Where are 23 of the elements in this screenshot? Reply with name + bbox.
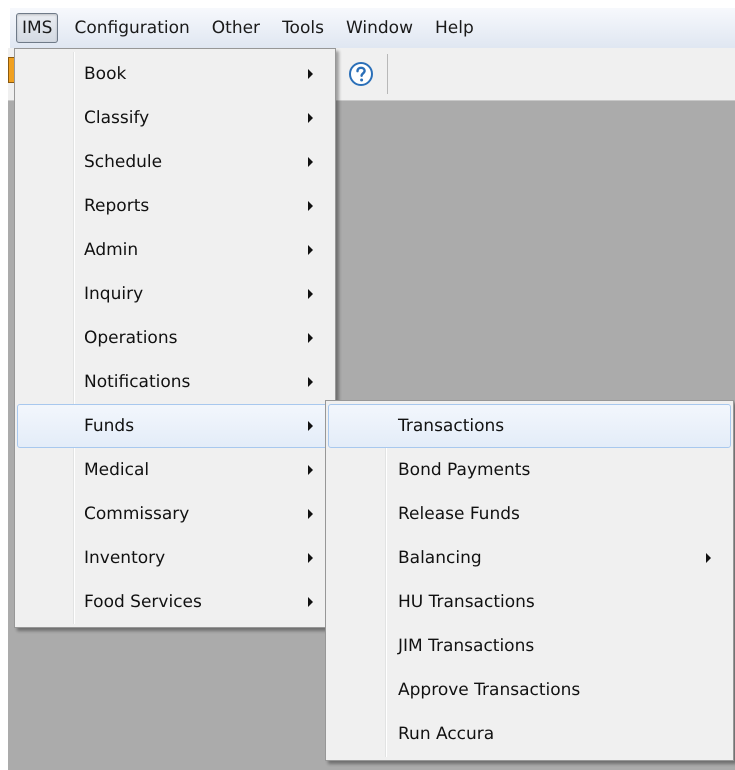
menu-item[interactable]: Book xyxy=(17,52,333,96)
menu-item[interactable]: Reports xyxy=(17,184,333,228)
menu-bar-item[interactable]: Window xyxy=(340,13,419,43)
menu-bar-item[interactable]: Configuration xyxy=(68,13,196,43)
menu-bar-item[interactable]: Help xyxy=(428,13,480,43)
menu-item[interactable]: Schedule xyxy=(17,140,333,184)
menu-bar-item[interactable]: IMS xyxy=(16,13,58,43)
help-icon[interactable] xyxy=(348,61,374,87)
menu-item[interactable]: Bond Payments xyxy=(328,448,731,492)
menu-item[interactable]: Operations xyxy=(17,316,333,360)
menu-item[interactable]: Transactions xyxy=(328,404,731,448)
menu-item[interactable]: Admin xyxy=(17,228,333,272)
menu-item[interactable]: Release Funds xyxy=(328,492,731,536)
menu-item[interactable]: Inquiry xyxy=(17,272,333,316)
menu-item[interactable]: Balancing xyxy=(328,536,731,580)
menu-item[interactable]: JIM Transactions xyxy=(328,624,731,668)
menu-item[interactable]: Classify xyxy=(17,96,333,140)
menu-bar-item[interactable]: Tools xyxy=(276,13,330,43)
menu-item[interactable]: Approve Transactions xyxy=(328,668,731,712)
menu-item[interactable]: Run Accura xyxy=(328,712,731,756)
menu-item[interactable]: HU Transactions xyxy=(328,580,731,624)
menu-item[interactable]: Notifications xyxy=(17,360,333,404)
menu-bar-item[interactable]: Other xyxy=(206,13,266,43)
